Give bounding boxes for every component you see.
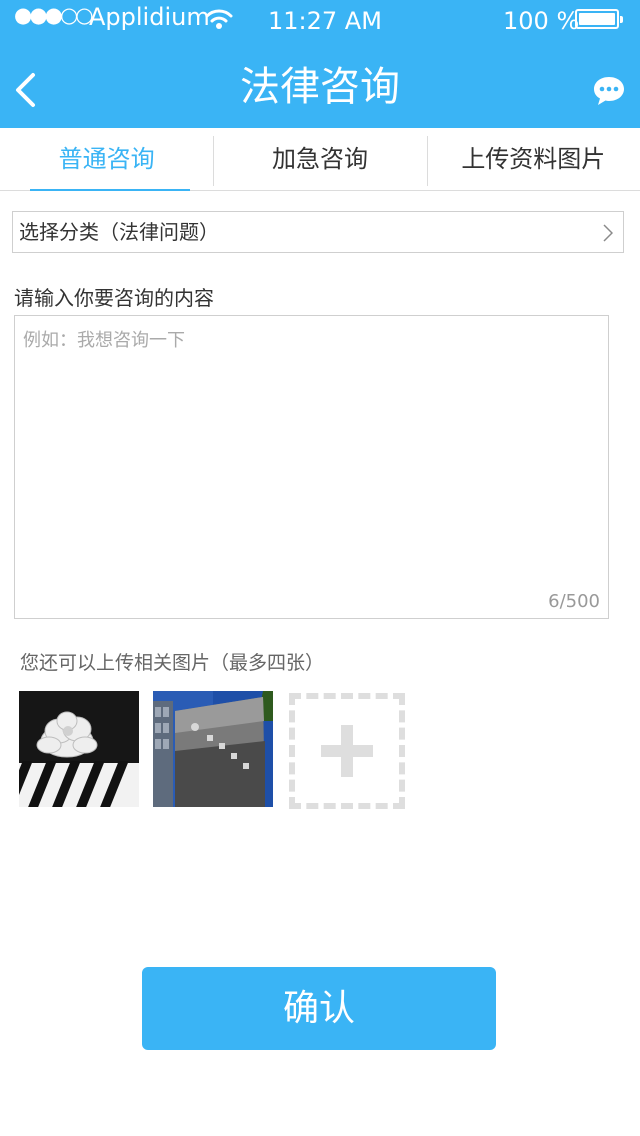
consult-tabs: 普通咨询 加急咨询 上传资料图片 (0, 128, 640, 191)
carrier-name: Applidium (89, 3, 210, 31)
chevron-right-icon (603, 224, 613, 242)
signal-strength: ●●●○○ (14, 3, 94, 27)
page-title: 法律咨询 (240, 64, 400, 110)
char-counter: 6/500 (548, 591, 600, 612)
add-image-button[interactable] (289, 693, 405, 809)
back-button[interactable] (0, 60, 60, 120)
chat-button[interactable] (592, 74, 626, 108)
category-select[interactable]: 选择分类（法律问题） (12, 211, 624, 253)
upload-hint: 您还可以上传相关图片（最多四张） (20, 652, 325, 674)
tab-normal-consult[interactable]: 普通咨询 (0, 128, 213, 191)
piano-rose-image (19, 691, 139, 807)
app-header: ●●●○○ Applidium 11:27 AM 100 % 法律咨询 (0, 0, 640, 128)
confirm-button[interactable]: 确认 (142, 967, 496, 1050)
consult-content-label: 请输入你要咨询的内容 (14, 286, 214, 310)
wifi-icon (205, 9, 233, 29)
uploaded-image-thumbnail[interactable] (19, 691, 139, 807)
status-bar: ●●●○○ Applidium 11:27 AM 100 % (0, 0, 640, 40)
tab-upload-documents[interactable]: 上传资料图片 (426, 128, 640, 190)
status-time: 11:27 AM (268, 7, 382, 35)
battery-percent: 100 % (503, 7, 580, 35)
consult-content-input[interactable] (14, 315, 609, 619)
tab-urgent-consult[interactable]: 加急咨询 (213, 128, 426, 190)
battery-icon (575, 9, 623, 29)
plus-icon (321, 725, 373, 777)
chat-bubble-icon (594, 77, 624, 105)
uploaded-image-thumbnail[interactable] (153, 691, 273, 807)
category-select-label: 选择分类（法律问题） (19, 220, 219, 244)
building-image (153, 691, 273, 807)
chevron-left-icon (16, 73, 35, 107)
